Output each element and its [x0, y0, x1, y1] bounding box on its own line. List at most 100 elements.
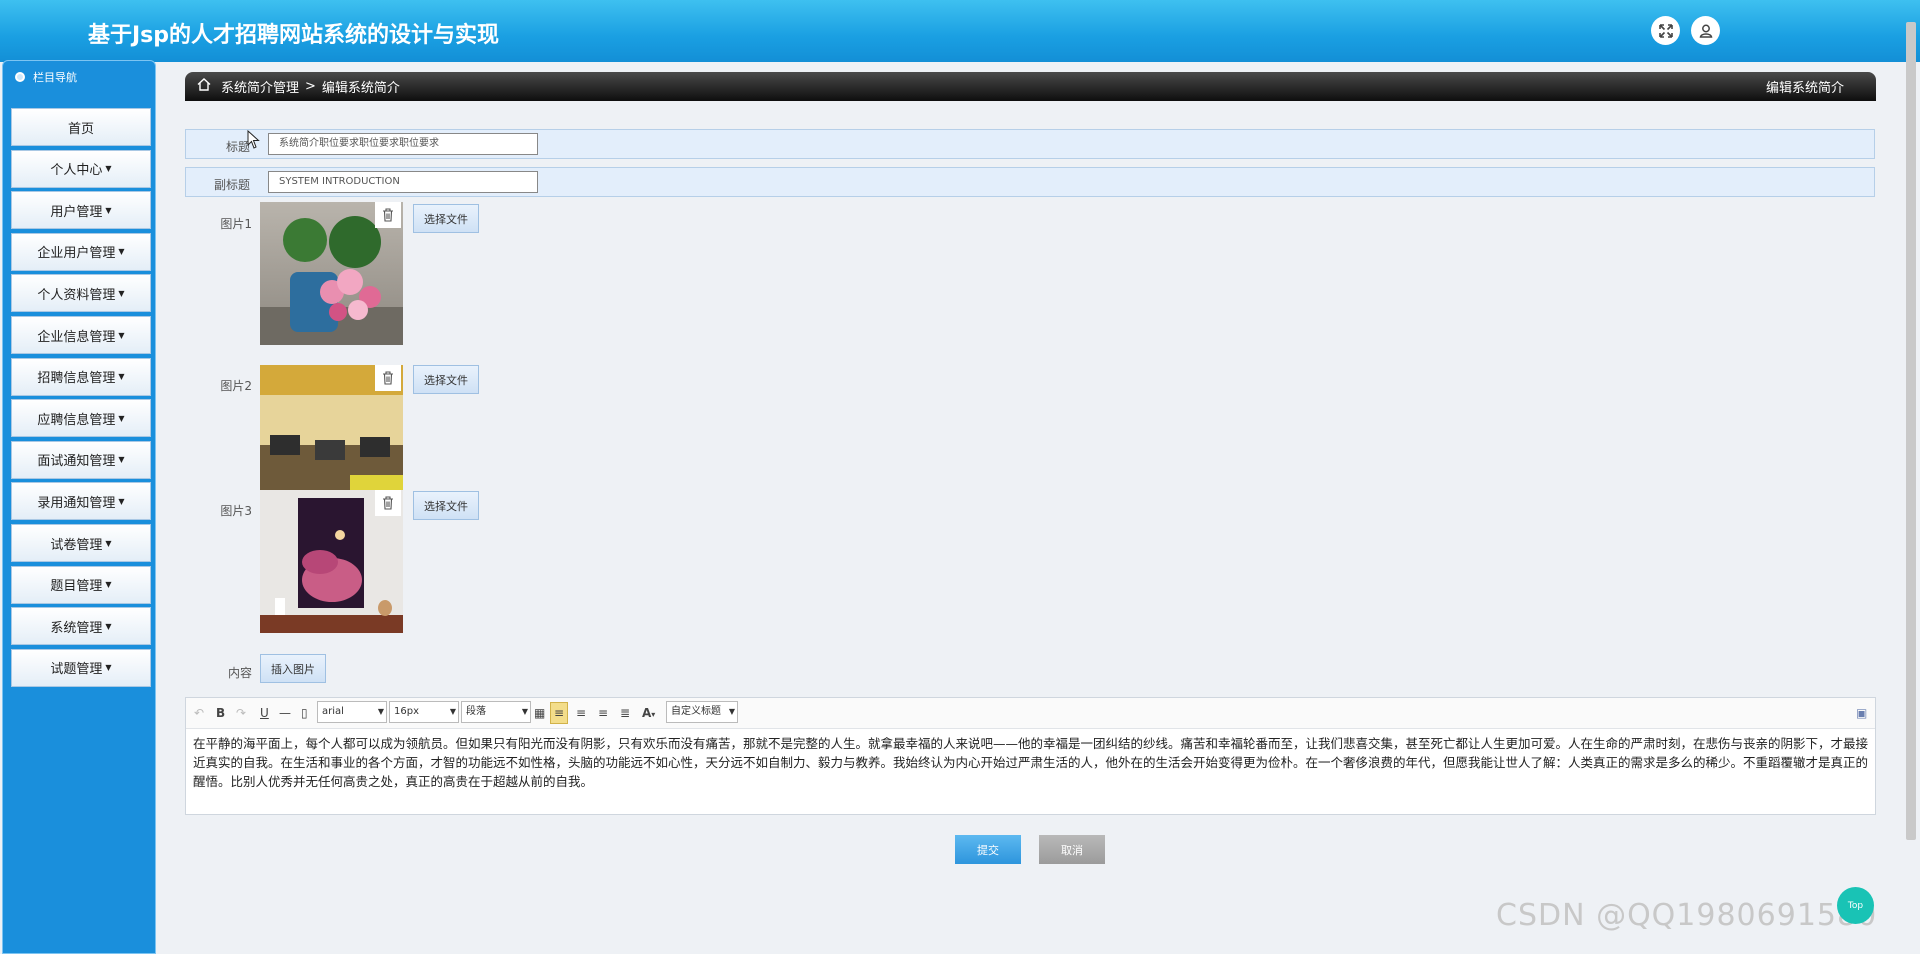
home-icon[interactable] — [197, 78, 211, 95]
sidebar-item-label: 面试通知管理 — [37, 454, 116, 470]
font-size-select[interactable]: 16px ▼ — [389, 701, 459, 723]
dropdown-arrow-icon: ▼ — [377, 707, 384, 716]
paragraph-select[interactable]: 段落 ▼ — [461, 701, 531, 723]
font-family-select[interactable]: arial ▼ — [317, 701, 387, 723]
cancel-button[interactable]: 取消 — [1039, 835, 1105, 864]
sidebar-heading: 栏目导航 — [3, 61, 155, 93]
sidebar-item-9[interactable]: 录用通知管理 ▼ — [11, 482, 151, 521]
breadcrumb-separator: > — [305, 79, 316, 94]
sidebar-item-label: 招聘信息管理 — [37, 371, 116, 387]
custom-heading-value: 自定义标题 — [671, 706, 721, 717]
circle-icon — [15, 72, 25, 82]
sidebar-item-label: 题目管理 — [50, 579, 103, 595]
sidebar-item-3[interactable]: 企业用户管理 ▼ — [11, 232, 151, 271]
breadcrumb-parent[interactable]: 系统简介管理 — [221, 77, 299, 96]
choose-file-button-2[interactable]: 选择文件 — [413, 365, 479, 394]
caret-down-icon: ▼ — [118, 413, 125, 423]
page-heading: 编辑系统简介 — [1765, 81, 1844, 96]
sidebar: 栏目导航 首页 个人中心 ▼ 用户管理 ▼ 企业用户管理 ▼ 个人资料管理 ▼ 企业信息管理 ▼ 招聘… — [2, 60, 156, 954]
sidebar-item-10[interactable]: 试卷管理 ▼ — [11, 524, 151, 562]
sidebar-item-11[interactable]: 题目管理 ▼ — [11, 565, 151, 604]
horizontal-rule-icon[interactable]: — — [279, 706, 291, 720]
sidebar-item-label: 首页 — [67, 121, 94, 137]
sidebar-heading-label: 栏目导航 — [33, 71, 77, 84]
sidebar-item-label: 企业用户管理 — [37, 246, 116, 262]
sidebar-item-13[interactable]: 试题管理 ▼ — [11, 648, 151, 687]
justify-icon[interactable]: ≣ — [620, 706, 630, 720]
sidebar-item-label: 企业信息管理 — [37, 329, 116, 345]
dropdown-arrow-icon: ▼ — [449, 707, 456, 716]
sidebar-item-2[interactable]: 用户管理 ▼ — [11, 191, 151, 230]
watermark: CSDN @QQ1980691580 — [1496, 898, 1878, 933]
subtitle-label: 副标题 — [213, 178, 250, 192]
sidebar-item-label: 系统管理 — [50, 620, 103, 636]
sidebar-item-4[interactable]: 个人资料管理 ▼ — [11, 274, 151, 313]
caret-down-icon: ▼ — [118, 455, 125, 465]
sidebar-item-12[interactable]: 系统管理 ▼ — [11, 607, 151, 646]
caret-down-icon: ▼ — [118, 330, 125, 340]
breadcrumb: 系统简介管理 > 编辑系统简介 编辑系统简介 — [185, 72, 1876, 101]
fullscreen-editor-icon[interactable]: ▣ — [1856, 706, 1867, 720]
undo-icon[interactable]: ↶ — [194, 706, 204, 720]
sidebar-item-label: 应聘信息管理 — [37, 412, 116, 428]
redo-icon[interactable]: ↷ — [236, 706, 246, 720]
new-document-icon[interactable]: ▯ — [301, 706, 308, 720]
image2-label: 图片2 — [220, 379, 252, 393]
caret-down-icon: ▼ — [118, 496, 125, 506]
choose-file-button-1[interactable]: 选择文件 — [413, 204, 479, 233]
bold-icon[interactable]: B — [216, 706, 225, 720]
subtitle-input[interactable]: SYSTEM INTRODUCTION — [268, 171, 538, 193]
caret-down-icon: ▼ — [118, 247, 125, 257]
caret-down-icon: ▼ — [118, 372, 125, 382]
sidebar-item-0[interactable]: 首页 — [11, 108, 151, 146]
font-size-value: 16px — [394, 706, 419, 717]
sidebar-item-label: 个人资料管理 — [37, 287, 116, 303]
user-icon[interactable] — [1691, 16, 1720, 45]
rich-text-editor[interactable]: ↶ B ↷ U — ▯ arial ▼ 16px ▼ 段落 ▼ ▦ ≡ ≡ ≡ … — [185, 697, 1876, 815]
sidebar-item-6[interactable]: 招聘信息管理 ▼ — [11, 357, 151, 396]
title-label: 标题 — [225, 140, 250, 154]
custom-heading-select[interactable]: 自定义标题 ▼ — [666, 701, 738, 723]
image1-label: 图片1 — [220, 217, 252, 231]
caret-down-icon: ▼ — [105, 663, 112, 673]
breadcrumb-current: 编辑系统简介 — [321, 81, 400, 96]
sidebar-item-label: 用户管理 — [50, 204, 103, 220]
delete-image1-icon[interactable] — [375, 202, 401, 228]
align-center-icon[interactable]: ≡ — [576, 706, 586, 720]
dropdown-arrow-icon: ▼ — [728, 707, 735, 716]
underline-icon[interactable]: U — [260, 706, 269, 720]
title-input[interactable]: 系统简介职位要求职位要求职位要求 — [268, 133, 538, 155]
delete-image3-icon[interactable] — [375, 490, 401, 516]
editor-content[interactable]: 在平静的海平面上，每个人都可以成为领航员。但如果只有阳光而没有阴影，只有欢乐而没… — [193, 734, 1868, 791]
editor-toolbar: ↶ B ↷ U — ▯ arial ▼ 16px ▼ 段落 ▼ ▦ ≡ ≡ ≡ … — [186, 698, 1875, 729]
insert-image-button[interactable]: 插入图片 — [260, 654, 326, 683]
font-color-icon[interactable]: A▾ — [642, 706, 655, 720]
fullscreen-icon[interactable] — [1651, 16, 1680, 45]
caret-down-icon: ▼ — [105, 164, 112, 174]
app-title: 基于Jsp的人才招聘网站系统的设计与实现 — [88, 23, 500, 48]
back-to-top-button[interactable]: Top — [1837, 887, 1874, 924]
sidebar-item-7[interactable]: 应聘信息管理 ▼ — [11, 399, 151, 438]
caret-down-icon: ▼ — [105, 538, 112, 548]
image3-label: 图片3 — [220, 504, 252, 518]
submit-button[interactable]: 提交 — [955, 835, 1021, 864]
delete-image2-icon[interactable] — [375, 365, 401, 391]
align-left-icon[interactable]: ≡ — [550, 702, 569, 724]
dropdown-arrow-icon: ▼ — [521, 707, 528, 716]
cursor-pointer-icon — [247, 129, 261, 153]
table-icon[interactable]: ▦ — [534, 706, 545, 720]
sidebar-item-label: 录用通知管理 — [37, 495, 116, 511]
sidebar-item-label: 试卷管理 — [50, 537, 103, 553]
align-right-icon[interactable]: ≡ — [598, 706, 608, 720]
sidebar-item-label: 试题管理 — [50, 662, 103, 678]
sidebar-item-1[interactable]: 个人中心 ▼ — [11, 149, 151, 188]
app-header: 基于Jsp的人才招聘网站系统的设计与实现 — [0, 0, 1920, 62]
page-scrollbar[interactable] — [1906, 22, 1916, 840]
caret-down-icon: ▼ — [105, 580, 112, 590]
caret-down-icon: ▼ — [105, 205, 112, 215]
sidebar-item-8[interactable]: 面试通知管理 ▼ — [11, 440, 151, 479]
sidebar-item-5[interactable]: 企业信息管理 ▼ — [11, 316, 151, 354]
paragraph-value: 段落 — [466, 706, 486, 717]
choose-file-button-3[interactable]: 选择文件 — [413, 491, 479, 520]
caret-down-icon: ▼ — [105, 621, 112, 631]
